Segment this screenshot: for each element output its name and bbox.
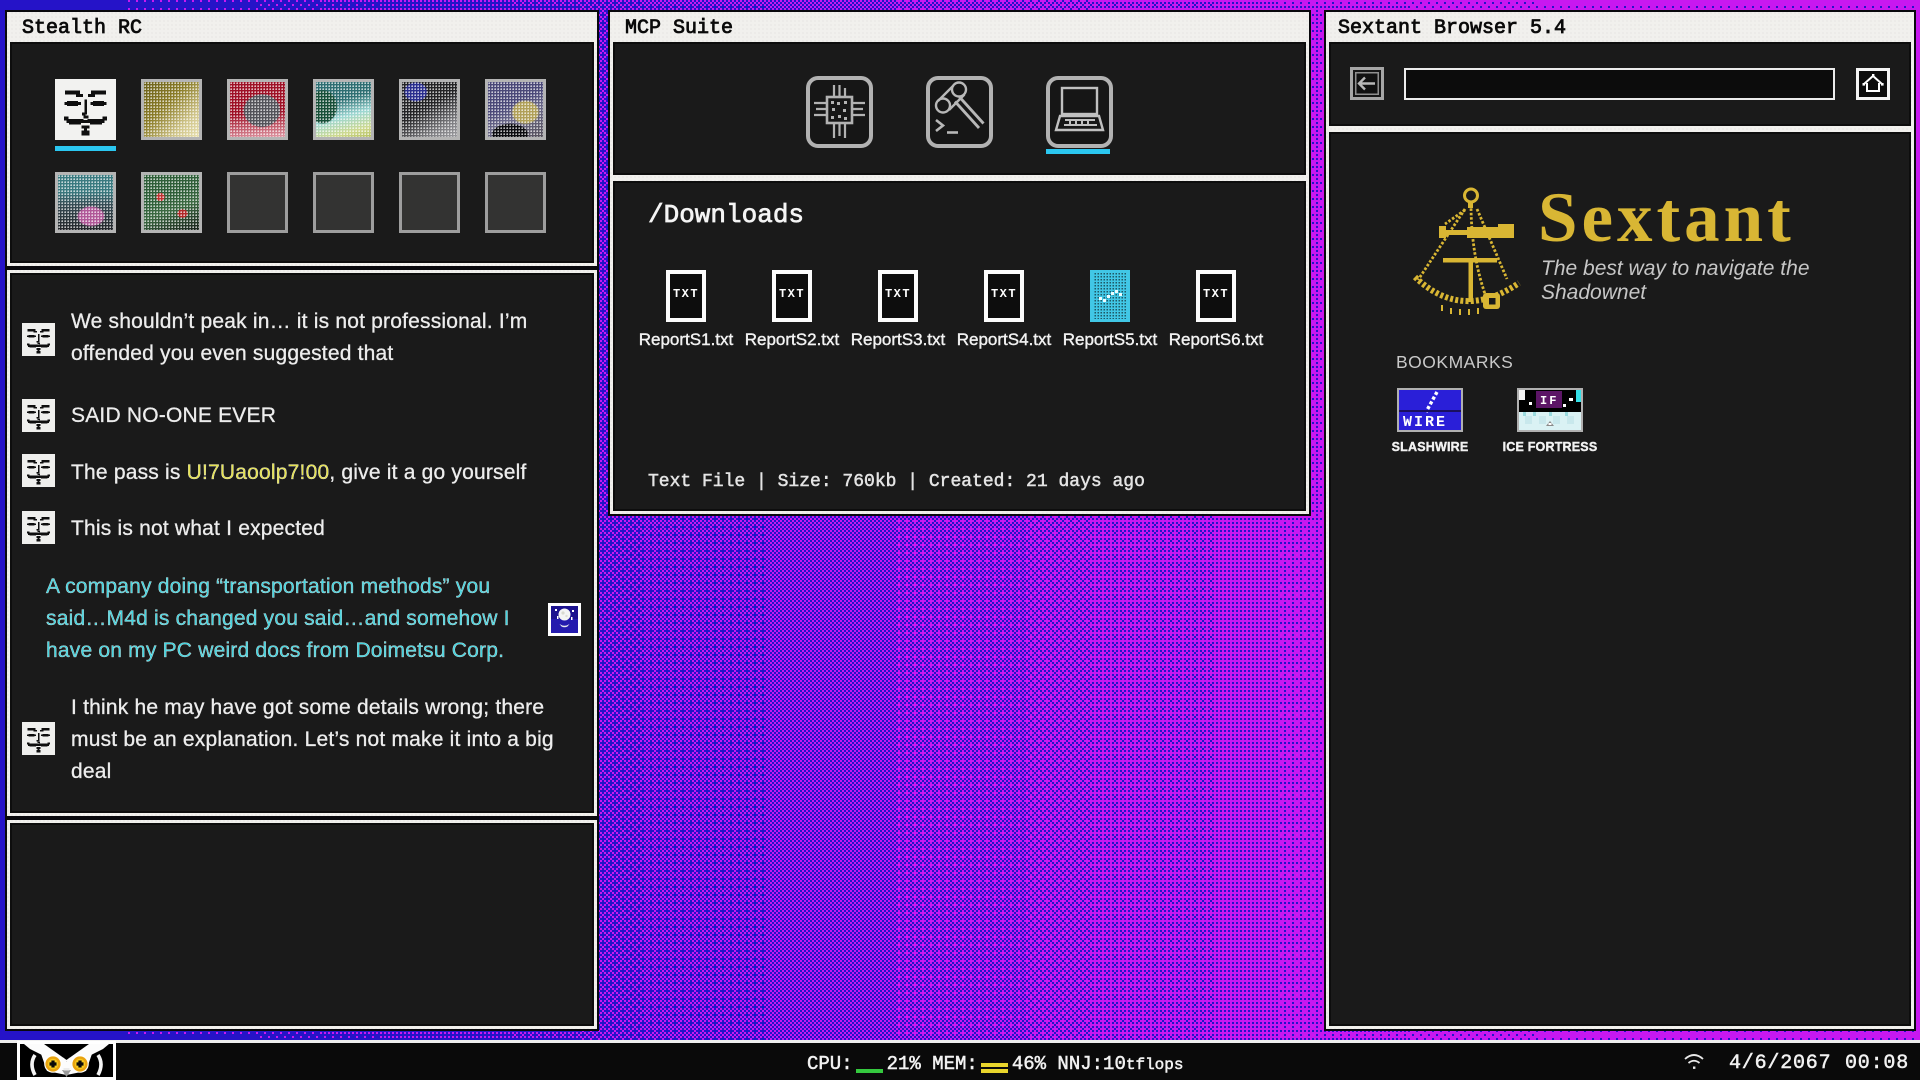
- svg-text:IF: IF: [1540, 394, 1558, 408]
- svg-text:WIRE: WIRE: [1403, 414, 1447, 430]
